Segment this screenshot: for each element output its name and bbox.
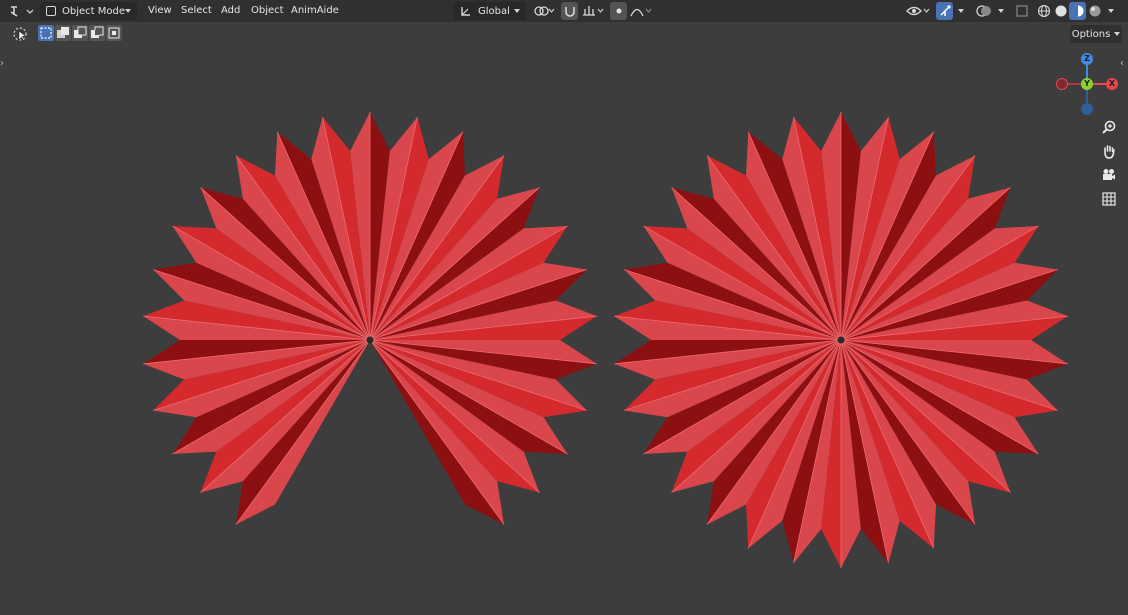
sidebar-expand-arrow[interactable]: ‹ bbox=[1120, 58, 1124, 69]
transform-orientation-dropdown[interactable]: Global bbox=[454, 2, 526, 20]
menu-add[interactable]: Add bbox=[221, 4, 240, 18]
material-sphere-icon bbox=[1072, 5, 1083, 17]
gizmo-toggle-button[interactable] bbox=[936, 2, 953, 20]
falloff-curve-icon bbox=[630, 8, 652, 17]
viewport-header: Object Mode View Select Add Object AnimA… bbox=[0, 0, 1128, 22]
chevron-down-icon bbox=[125, 9, 131, 13]
pivot-link-icon bbox=[534, 6, 555, 16]
solid-sphere-icon bbox=[1055, 5, 1066, 17]
object-origin-dot bbox=[366, 336, 374, 344]
proportional-edit-toggle[interactable] bbox=[610, 2, 627, 20]
axis-neg-x-button[interactable] bbox=[1056, 78, 1068, 90]
shading-rendered-button[interactable] bbox=[1086, 2, 1103, 20]
fan-left[interactable] bbox=[143, 112, 597, 525]
wireframe-sphere-icon bbox=[1037, 4, 1050, 18]
select-cursor-icon bbox=[13, 27, 27, 42]
shading-dropdown[interactable] bbox=[1104, 2, 1118, 20]
camera-view-button[interactable] bbox=[1098, 164, 1120, 186]
mode-dropdown[interactable]: Object Mode bbox=[40, 2, 137, 20]
mode-dropdown-label: Object Mode bbox=[62, 5, 125, 17]
menu-object[interactable]: Object bbox=[251, 4, 284, 18]
object-origin-dot bbox=[837, 336, 845, 344]
gizmo-icon bbox=[939, 5, 951, 16]
snap-target-button[interactable] bbox=[580, 2, 606, 20]
axis-neg-z-button[interactable] bbox=[1081, 103, 1093, 115]
shading-solid-button[interactable] bbox=[1052, 2, 1069, 20]
visibility-button[interactable] bbox=[904, 2, 932, 20]
shading-wireframe-button[interactable] bbox=[1035, 2, 1052, 20]
grid-icon bbox=[1102, 192, 1116, 206]
xray-icon bbox=[1015, 5, 1028, 17]
zoom-button[interactable] bbox=[1098, 116, 1120, 138]
toolbar-expand-arrow[interactable]: › bbox=[0, 58, 4, 69]
ortho-toggle-button[interactable] bbox=[1098, 188, 1120, 210]
magnet-icon bbox=[564, 7, 575, 17]
proportional-falloff-button[interactable] bbox=[628, 2, 654, 20]
chevron-down-icon bbox=[998, 9, 1004, 13]
menu-animaide[interactable]: AnimAide bbox=[291, 4, 339, 18]
shading-material-button[interactable] bbox=[1069, 2, 1086, 20]
tool-settings-row bbox=[0, 22, 1128, 46]
navigation-tools bbox=[1098, 116, 1120, 212]
pivot-point-button[interactable] bbox=[531, 2, 557, 20]
gizmo-dropdown[interactable] bbox=[954, 2, 968, 20]
axis-z-label: Z bbox=[1084, 54, 1090, 63]
snap-toggle-button[interactable] bbox=[561, 2, 578, 20]
transform-orientation-label: Global bbox=[478, 5, 510, 17]
hand-pan-icon bbox=[1104, 145, 1115, 159]
editor-type-button[interactable] bbox=[6, 2, 36, 20]
overlays-dropdown[interactable] bbox=[995, 2, 1007, 20]
overlays-button[interactable] bbox=[974, 2, 994, 20]
fan-right[interactable] bbox=[614, 112, 1068, 568]
editor-type-icon bbox=[10, 6, 34, 17]
axis-y-label: Y bbox=[1084, 79, 1090, 88]
xray-toggle[interactable] bbox=[1013, 2, 1030, 20]
viewport-scene bbox=[143, 112, 1068, 568]
active-tool-button[interactable] bbox=[10, 24, 32, 44]
axis-x-label: X bbox=[1108, 79, 1116, 88]
menu-select[interactable]: Select bbox=[181, 4, 212, 18]
axis-z-button[interactable]: Z bbox=[1081, 53, 1093, 65]
menu-view[interactable]: View bbox=[148, 4, 172, 18]
object-mode-icon bbox=[46, 6, 56, 16]
rendered-sphere-icon bbox=[1089, 5, 1100, 17]
eye-icon bbox=[906, 6, 930, 16]
chevron-down-icon bbox=[1108, 9, 1114, 13]
chevron-down-icon bbox=[958, 9, 964, 13]
navigation-gizmo[interactable]: Z X Y bbox=[1054, 52, 1120, 118]
axis-y-button[interactable]: Y bbox=[1081, 78, 1093, 90]
snap-increment-icon bbox=[583, 6, 604, 16]
pan-button[interactable] bbox=[1098, 140, 1120, 162]
orientation-axes-icon bbox=[461, 7, 470, 16]
overlays-icon bbox=[976, 5, 991, 17]
chevron-down-icon bbox=[514, 9, 520, 13]
axis-x-button[interactable]: X bbox=[1106, 78, 1118, 90]
proportional-dot-icon bbox=[616, 8, 621, 14]
camera-icon bbox=[1103, 169, 1115, 180]
zoom-icon bbox=[1102, 120, 1116, 134]
3d-viewport[interactable] bbox=[0, 0, 1128, 615]
